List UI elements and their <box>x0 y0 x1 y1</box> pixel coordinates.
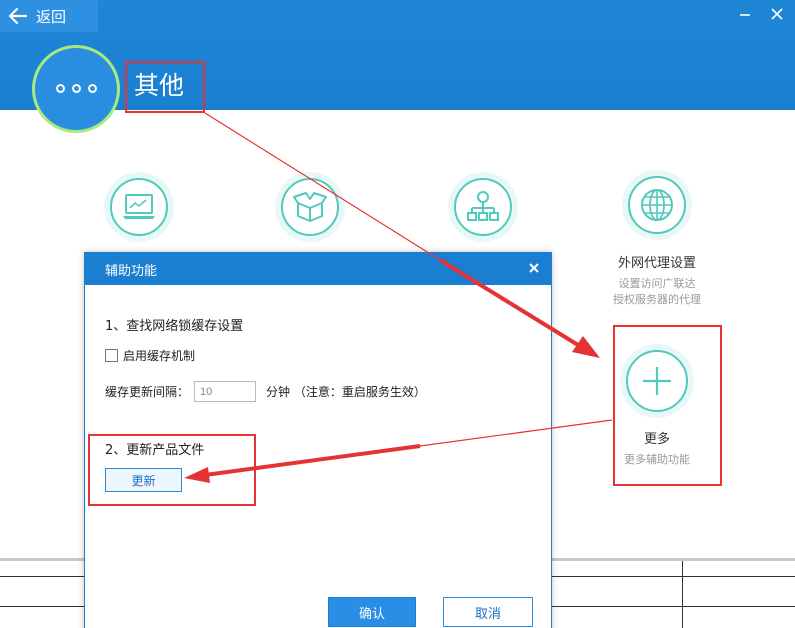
cancel-button[interactable]: 取消 <box>443 597 533 627</box>
title-highlight-box <box>125 61 205 113</box>
back-arrow-icon <box>8 7 28 25</box>
section-cache-title: 1、查找网络锁缓存设置 <box>105 319 244 334</box>
dialog-header: 辅助功能 <box>85 253 551 285</box>
enable-cache-row[interactable]: 启用缓存机制 <box>105 347 195 364</box>
table-line <box>682 561 683 628</box>
interval-input[interactable] <box>194 381 257 402</box>
network-tree-icon <box>467 191 499 221</box>
more-highlight-box <box>613 325 722 486</box>
close-window-icon[interactable] <box>769 6 785 22</box>
interval-unit: 分钟 （注意：重启服务生效） <box>266 385 426 399</box>
laptop-chart-icon <box>123 194 155 219</box>
feature-item-proxy[interactable]: 外网代理设置 设置访问广联达 授权服务器的代理 <box>600 170 714 308</box>
header-bar: 返回 其他 <box>0 0 795 133</box>
feature-item-2[interactable] <box>275 172 345 242</box>
interval-label: 缓存更新间隔： <box>105 385 190 399</box>
proxy-desc-line2: 授权服务器的代理 <box>613 293 701 306</box>
back-button[interactable]: 返回 <box>0 0 98 32</box>
box-icon <box>293 192 327 222</box>
window-controls <box>737 6 785 22</box>
feature-item-1[interactable] <box>104 172 174 242</box>
proxy-title: 外网代理设置 <box>617 256 696 271</box>
enable-cache-label: 启用缓存机制 <box>123 349 196 363</box>
arrow-head-more <box>572 336 600 358</box>
close-icon[interactable] <box>527 261 541 275</box>
update-highlight-box <box>88 434 256 506</box>
ok-button[interactable]: 确认 <box>328 597 416 627</box>
app-window: 返回 其他 外网代理设置 设置访问广联达 授权服务器的代理 更多 更多辅助功能 … <box>0 0 795 628</box>
dialog-title: 辅助功能 <box>105 263 158 279</box>
proxy-desc-line1: 设置访问广联达 <box>618 277 696 290</box>
enable-cache-checkbox[interactable] <box>105 349 118 362</box>
globe-icon <box>641 189 673 221</box>
interval-row: 缓存更新间隔： 分钟 （注意：重启服务生效） <box>105 381 426 402</box>
more-logo-icon <box>32 45 120 133</box>
back-label: 返回 <box>36 7 67 26</box>
feature-item-3[interactable] <box>448 172 518 242</box>
minimize-icon[interactable] <box>737 6 753 22</box>
